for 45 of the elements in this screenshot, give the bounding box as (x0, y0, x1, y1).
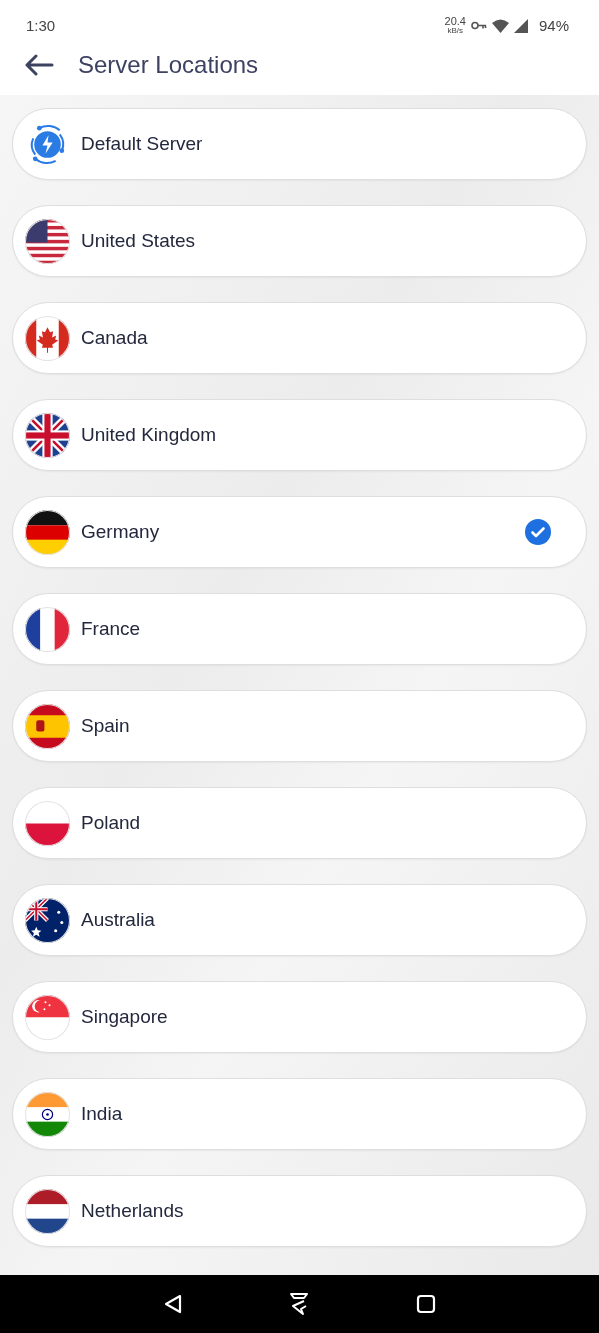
striped-flag-icon (25, 703, 70, 749)
server-list-item[interactable]: Australia (12, 884, 587, 956)
server-list-item[interactable]: United States (12, 205, 587, 277)
tricolor-flag-icon (25, 606, 70, 652)
recents-nav-icon[interactable] (415, 1294, 436, 1314)
back-nav-icon[interactable] (163, 1294, 184, 1314)
server-list-item[interactable]: Singapore (12, 981, 587, 1053)
server-list-item[interactable]: Netherlands (12, 1175, 587, 1247)
server-name: France (81, 618, 142, 640)
bicolor-flag-icon (25, 800, 70, 846)
server-list-item[interactable]: Poland (12, 787, 587, 859)
server-name: United Kingdom (81, 424, 218, 446)
server-name: Singapore (81, 1006, 169, 1028)
status-time: 1:30 (26, 17, 56, 35)
wifi-icon (491, 18, 509, 33)
tricolor-flag-icon (25, 1091, 70, 1137)
server-list-item[interactable]: Canada (12, 302, 587, 374)
key-icon (470, 21, 487, 30)
network-speed-unit: kB/s (447, 27, 464, 35)
server-name: Netherlands (81, 1200, 185, 1222)
server-name: Germany (81, 521, 161, 543)
server-name: Australia (81, 909, 156, 931)
server-name: Default Server (81, 133, 204, 155)
server-list-item[interactable]: France (12, 593, 587, 665)
tricolor-flag-icon (25, 509, 70, 555)
cross-flag-icon (25, 412, 70, 458)
screen-title: Server Locations (78, 51, 259, 79)
battery-percent: 94% (538, 17, 569, 34)
tricolor-flag-icon (25, 1188, 70, 1234)
server-name: Poland (81, 812, 142, 834)
server-list-item[interactable]: Default Server (12, 108, 587, 180)
server-list-item[interactable]: United Kingdom (12, 399, 587, 471)
server-name: Spain (81, 715, 131, 737)
server-name: India (81, 1103, 124, 1125)
server-name: Canada (81, 327, 149, 349)
signal-icon (513, 18, 528, 33)
server-list-item[interactable]: India (12, 1078, 587, 1150)
striped-flag-icon (25, 218, 70, 264)
server-name: United States (81, 230, 197, 252)
crescent-flag-icon (25, 994, 70, 1040)
network-speed: 20.4 (444, 16, 466, 27)
star-flag-icon (25, 897, 70, 943)
maple-leaf-flag-icon (25, 315, 70, 361)
server-list-item[interactable]: Spain (12, 690, 587, 762)
server-list-item[interactable]: Germany (12, 496, 587, 568)
